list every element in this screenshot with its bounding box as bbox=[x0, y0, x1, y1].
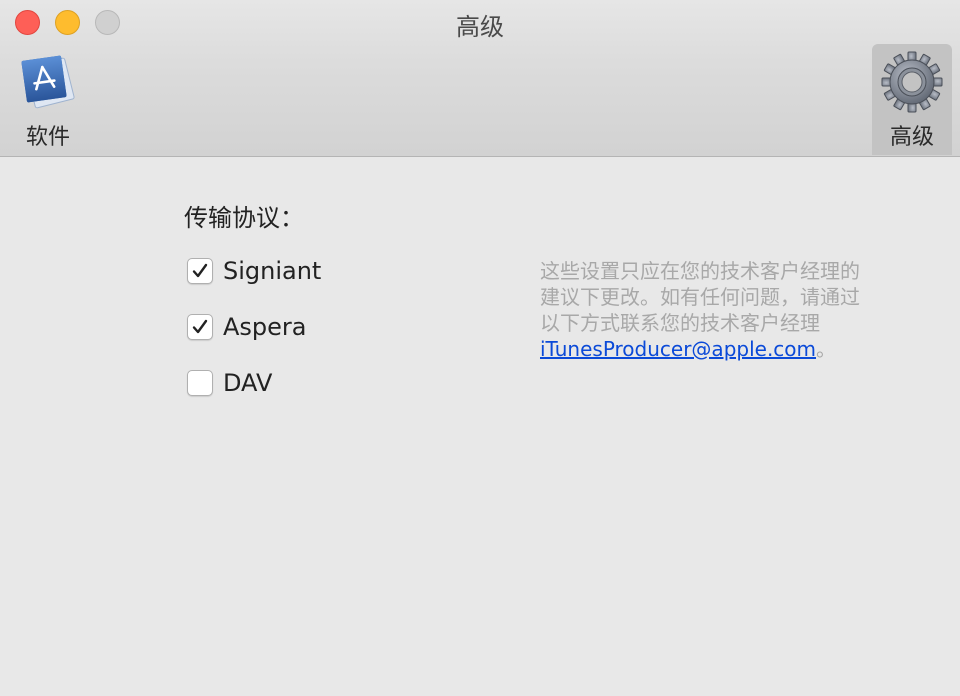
toolbar-item-label: 软件 bbox=[25, 125, 70, 150]
window-title: 高级 bbox=[456, 13, 504, 41]
checkmark-icon bbox=[192, 319, 208, 334]
dav-label[interactable]: DAV bbox=[223, 369, 272, 397]
toolbar-item-advanced[interactable]: 高级 bbox=[872, 44, 952, 155]
aspera-checkbox[interactable] bbox=[187, 314, 213, 340]
aspera-label[interactable]: Aspera bbox=[223, 313, 307, 341]
aspera-option[interactable]: Aspera bbox=[187, 312, 307, 342]
toolbar-item-label: 高级 bbox=[889, 125, 934, 150]
info-note: 这些设置只应在您的技术客户经理的建议下更改。如有任何问题，请通过以下方式联系您的… bbox=[540, 258, 870, 362]
dav-option[interactable]: DAV bbox=[187, 368, 272, 398]
transfer-protocol-heading: 传输协议： bbox=[184, 204, 304, 232]
signiant-option[interactable]: Signiant bbox=[187, 256, 321, 286]
info-suffix: 。 bbox=[816, 337, 837, 361]
info-text: 这些设置只应在您的技术客户经理的建议下更改。如有任何问题，请通过以下方式联系您的… bbox=[540, 259, 860, 335]
email-link[interactable]: iTunesProducer@apple.com bbox=[540, 337, 816, 361]
signiant-checkbox[interactable] bbox=[187, 258, 213, 284]
signiant-label[interactable]: Signiant bbox=[223, 257, 321, 285]
toolbar-item-software[interactable]: 软件 bbox=[8, 44, 88, 155]
checkmark-icon bbox=[192, 263, 208, 278]
gear-icon bbox=[881, 51, 943, 113]
app-store-icon bbox=[21, 55, 75, 109]
dav-checkbox[interactable] bbox=[187, 370, 213, 396]
toolbar: 高级 软件 高级 bbox=[0, 0, 960, 157]
preferences-window: 高级 软件 高级 传输协议： Signiant Aspera DAV 这些设置只… bbox=[0, 0, 960, 696]
